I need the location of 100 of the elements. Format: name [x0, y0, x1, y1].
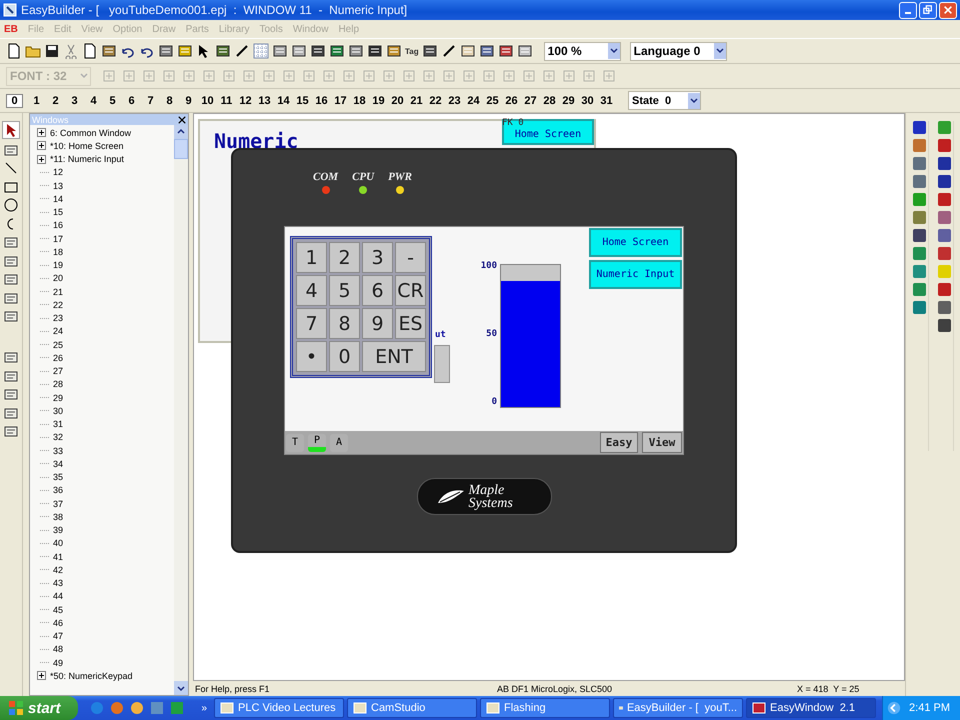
window-list-item[interactable]: 17	[53, 234, 64, 244]
zoom-dropdown[interactable]: 100 %	[544, 42, 621, 60]
object-tool-icon[interactable]	[912, 157, 926, 170]
object-tool-icon[interactable]	[912, 229, 926, 242]
window-list-item[interactable]: 48	[53, 644, 64, 654]
window-list-item[interactable]: 6: Common Window	[50, 128, 132, 138]
window-list-item[interactable]: 44	[53, 591, 64, 602]
object-tool-icon[interactable]	[938, 283, 950, 296]
expand-toggle-icon[interactable]	[37, 128, 46, 138]
window-list-item[interactable]: 16	[53, 220, 64, 230]
window-list-item[interactable]: 12	[53, 167, 64, 178]
keypad-key[interactable]: ENT	[362, 341, 426, 372]
mode-indicator[interactable]: A	[330, 434, 348, 452]
language-dropdown[interactable]: Language 0	[630, 42, 727, 60]
tray-chevron-icon[interactable]	[887, 701, 902, 715]
keypad-key[interactable]: 7	[296, 308, 327, 339]
window-list-item[interactable]: 49	[53, 658, 64, 668]
object-tool-icon[interactable]	[938, 229, 950, 242]
object-tool-icon[interactable]	[938, 175, 950, 188]
copy-icon[interactable]	[82, 43, 98, 59]
window-number-tab[interactable]: 10	[198, 94, 217, 106]
window-number-tab[interactable]: 13	[255, 94, 274, 106]
window-list-item[interactable]: 42	[53, 564, 64, 575]
window-list-item[interactable]: 22	[53, 300, 64, 310]
object-tool-icon[interactable]	[912, 301, 926, 314]
pencil-icon[interactable]	[234, 43, 250, 59]
keypad-key[interactable]: •	[296, 341, 327, 372]
window-list-item[interactable]: 30	[53, 406, 64, 416]
object-tool-icon[interactable]	[938, 157, 950, 170]
window-list-item[interactable]: 46	[53, 618, 64, 628]
window-list-item[interactable]: 18	[53, 246, 64, 257]
window-number-tab[interactable]: 20	[388, 94, 407, 106]
keypad-key[interactable]: 6	[362, 275, 393, 306]
state-dropdown[interactable]: State 0	[628, 91, 701, 110]
window-list-item[interactable]: 28	[53, 379, 64, 390]
window-number-tab[interactable]: 14	[274, 94, 293, 106]
object-tool-icon[interactable]	[938, 211, 950, 224]
window-list-item[interactable]: 27	[53, 366, 64, 376]
window-number-tab[interactable]: 11	[217, 94, 236, 106]
window-list-item[interactable]: 14	[53, 194, 64, 204]
window-list-item[interactable]: 35	[53, 472, 64, 482]
window-number-tab[interactable]: 28	[540, 94, 559, 106]
object-tool-icon[interactable]	[938, 193, 950, 206]
window-number-tab[interactable]: 2	[46, 94, 65, 106]
window-list-item[interactable]: 41	[53, 552, 64, 562]
window-list-item[interactable]: 40	[53, 538, 64, 548]
window-list-item[interactable]: 38	[53, 512, 64, 522]
taskbar-button[interactable]: CamStudio	[347, 698, 477, 718]
window-number-tab[interactable]: 1	[27, 94, 46, 106]
restore-button[interactable]	[919, 2, 937, 18]
window-number-tab[interactable]: 17	[331, 94, 350, 106]
taskbar-button[interactable]: Flashing	[480, 698, 610, 718]
window-list-item[interactable]: 47	[53, 631, 64, 642]
window-number-tab[interactable]: 21	[407, 94, 426, 106]
window-list-item[interactable]: 33	[53, 446, 64, 456]
keypad-key[interactable]: 9	[362, 308, 393, 339]
window-number-tab[interactable]: 6	[122, 94, 141, 106]
mode-indicator[interactable]: P	[308, 434, 326, 452]
window-list-item[interactable]: 15	[53, 207, 64, 218]
input-field[interactable]	[434, 345, 450, 383]
window-number-tab[interactable]: 9	[179, 94, 198, 106]
window-number-tab[interactable]: 24	[464, 94, 483, 106]
save-icon[interactable]	[44, 43, 60, 59]
keypad-key[interactable]: -	[395, 242, 426, 273]
window-list-item[interactable]: 29	[53, 392, 64, 403]
window-number-tab[interactable]: 16	[312, 94, 331, 106]
circle-icon[interactable]	[3, 197, 19, 213]
expand-toggle-icon[interactable]	[37, 141, 46, 150]
taskbar-button[interactable]: PLC Video Lectures	[214, 698, 344, 718]
window-list-item[interactable]: 13	[53, 180, 64, 191]
window-number-tab[interactable]: 30	[578, 94, 597, 106]
keypad-key[interactable]: 5	[329, 275, 360, 306]
keypad-key[interactable]: CR	[395, 275, 426, 306]
window-list-item[interactable]: 31	[53, 419, 64, 430]
keypad-key[interactable]: 8	[329, 308, 360, 339]
window-number-tab[interactable]: 29	[559, 94, 578, 106]
window-list-item[interactable]: 43	[53, 578, 64, 588]
window-number-tab[interactable]: 4	[84, 94, 103, 106]
window-number-tab[interactable]: 23	[445, 94, 464, 106]
window-number-tab[interactable]: 7	[141, 94, 160, 106]
keypad-key[interactable]: 2	[329, 242, 360, 273]
window-number-tab[interactable]: 19	[369, 94, 388, 106]
keypad-key[interactable]: 0	[329, 341, 360, 372]
window-list-item[interactable]: 36	[53, 485, 64, 496]
window-list-item[interactable]: *10: Home Screen	[50, 140, 124, 151]
window-list-item[interactable]: 20	[53, 273, 64, 284]
window-list-item[interactable]: 24	[53, 326, 64, 336]
window-number-tab[interactable]: 5	[103, 94, 122, 106]
close-button[interactable]	[939, 2, 957, 18]
window-number-tab[interactable]: 8	[160, 94, 179, 106]
keypad-key[interactable]: 1	[296, 242, 327, 273]
object-tool-icon[interactable]	[938, 301, 950, 314]
screen-button[interactable]: Home Screen	[589, 228, 682, 257]
scrollbar[interactable]	[174, 125, 188, 695]
window-list-item[interactable]: *50: NumericKeypad	[50, 670, 133, 681]
window-number-tab[interactable]: 18	[350, 94, 369, 106]
window-list-item[interactable]: 23	[53, 313, 64, 324]
object-tool-icon[interactable]	[938, 139, 950, 152]
object-tool-icon[interactable]	[912, 175, 926, 188]
window-number-tab[interactable]: 27	[521, 94, 540, 106]
